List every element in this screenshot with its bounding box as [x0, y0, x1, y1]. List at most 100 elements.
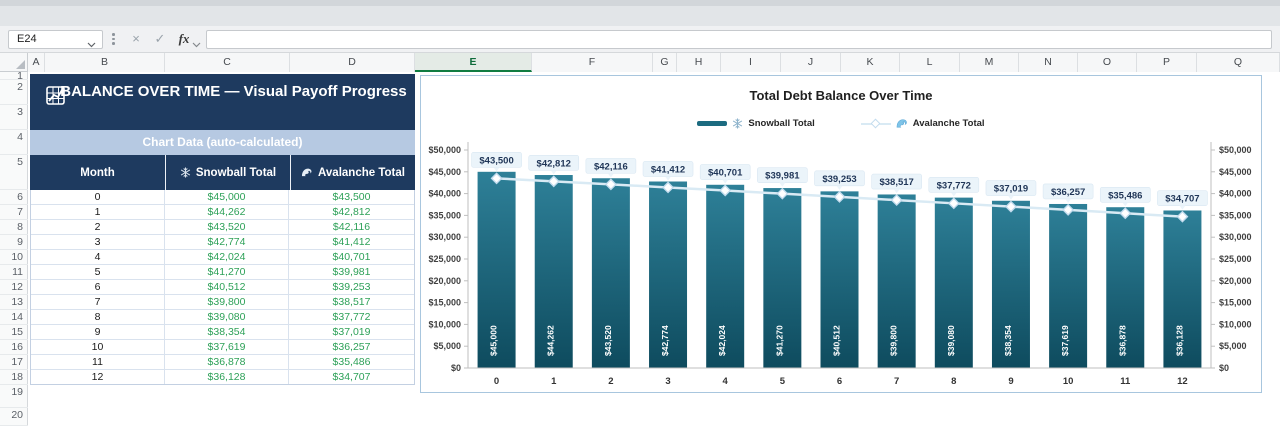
cancel-icon[interactable]: ×: [126, 30, 146, 49]
table-cell-month[interactable]: 9: [31, 325, 165, 339]
table-cell-snowball[interactable]: $44,262: [165, 205, 289, 219]
row-header-2[interactable]: 2: [0, 80, 28, 105]
table-cell-month[interactable]: 5: [31, 265, 165, 279]
column-header-J[interactable]: J: [781, 53, 841, 72]
table-cell-month[interactable]: 11: [31, 355, 165, 369]
table-cell-month[interactable]: 1: [31, 205, 165, 219]
select-all-corner[interactable]: [0, 53, 28, 72]
row-header-15[interactable]: 15: [0, 325, 28, 340]
column-header-Q[interactable]: Q: [1197, 53, 1280, 72]
table-cell-avalanche[interactable]: $42,812: [289, 205, 414, 219]
table-cell-month[interactable]: 8: [31, 310, 165, 324]
table-cell-month[interactable]: 2: [31, 220, 165, 234]
table-cell-avalanche[interactable]: $43,500: [289, 190, 414, 204]
table-cell-month[interactable]: 4: [31, 250, 165, 264]
row-header-7[interactable]: 7: [0, 205, 28, 220]
table-cell-month[interactable]: 12: [31, 370, 165, 384]
column-header-H[interactable]: H: [677, 53, 721, 72]
row-header-13[interactable]: 13: [0, 295, 28, 310]
column-header-K[interactable]: K: [841, 53, 900, 72]
row-header-18[interactable]: 18: [0, 370, 28, 385]
column-header-I[interactable]: I: [721, 53, 781, 72]
table-cell-avalanche[interactable]: $39,981: [289, 265, 414, 279]
name-box[interactable]: E24: [8, 30, 103, 49]
drag-handle-dots-icon[interactable]: [112, 33, 115, 45]
chevron-down-icon[interactable]: [192, 35, 201, 53]
column-header-A[interactable]: A: [28, 53, 45, 72]
table-cell-snowball[interactable]: $41,270: [165, 265, 289, 279]
table-cell-avalanche[interactable]: $41,412: [289, 235, 414, 249]
avalanche-value-label: $43,500: [479, 155, 513, 166]
table-cell-snowball[interactable]: $42,774: [165, 235, 289, 249]
row-header-12[interactable]: 12: [0, 280, 28, 295]
label-pointer: [837, 186, 843, 190]
row-header-10[interactable]: 10: [0, 250, 28, 265]
table-cell-month[interactable]: 10: [31, 340, 165, 354]
column-header-L[interactable]: L: [900, 53, 960, 72]
table-cell-snowball[interactable]: $45,000: [165, 190, 289, 204]
chevron-down-icon[interactable]: [87, 37, 96, 54]
row-header-14[interactable]: 14: [0, 310, 28, 325]
column-header-B[interactable]: B: [45, 53, 165, 72]
row-header-1[interactable]: 1: [0, 72, 28, 80]
table-cell-avalanche[interactable]: $37,772: [289, 310, 414, 324]
y-axis-label-left: $40,000: [428, 189, 461, 199]
row-header-column: 1234567891011121314151617181920: [0, 72, 28, 426]
table-cell-avalanche[interactable]: $39,253: [289, 280, 414, 294]
row-header-16[interactable]: 16: [0, 340, 28, 355]
column-header-F[interactable]: F: [532, 53, 653, 72]
table-cell-avalanche[interactable]: $38,517: [289, 295, 414, 309]
column-header-C[interactable]: C: [165, 53, 290, 72]
insert-function-icon[interactable]: fx: [174, 30, 194, 49]
table-cell-avalanche[interactable]: $37,019: [289, 325, 414, 339]
enter-check-icon[interactable]: ✓: [150, 30, 170, 49]
table-cell-avalanche[interactable]: $36,257: [289, 340, 414, 354]
column-header-P[interactable]: P: [1137, 53, 1197, 72]
column-header-N[interactable]: N: [1019, 53, 1078, 72]
table-cell-snowball[interactable]: $40,512: [165, 280, 289, 294]
row-header-3[interactable]: 3: [0, 105, 28, 130]
table-cell-snowball[interactable]: $36,128: [165, 370, 289, 384]
row-header-19[interactable]: 19: [0, 385, 28, 408]
chart-object[interactable]: Total Debt Balance Over Time Snowball To…: [420, 75, 1262, 393]
label-pointer: [1065, 199, 1071, 203]
table-cell-snowball[interactable]: $39,800: [165, 295, 289, 309]
table-cell-month[interactable]: 0: [31, 190, 165, 204]
table-cell-avalanche[interactable]: $40,701: [289, 250, 414, 264]
row-header-17[interactable]: 17: [0, 355, 28, 370]
table-row: 8$39,080$37,772: [31, 310, 414, 325]
table-cell-month[interactable]: 6: [31, 280, 165, 294]
row-header-8[interactable]: 8: [0, 220, 28, 235]
table-cell-month[interactable]: 3: [31, 235, 165, 249]
table-title-cell[interactable]: BALANCE OVER TIME — Visual Payoff Progre…: [30, 74, 415, 130]
bar-value-label: $44,262: [546, 325, 556, 356]
row-header-9[interactable]: 9: [0, 235, 28, 250]
table-subtitle-cell[interactable]: Chart Data (auto-calculated): [30, 130, 415, 155]
column-header-M[interactable]: M: [960, 53, 1019, 72]
formula-input[interactable]: [206, 30, 1272, 49]
column-header-D[interactable]: D: [290, 53, 415, 72]
row-header-5[interactable]: 5: [0, 155, 28, 190]
avalanche-value-label: $42,116: [594, 161, 628, 172]
table-cell-snowball[interactable]: $39,080: [165, 310, 289, 324]
table-cell-snowball[interactable]: $37,619: [165, 340, 289, 354]
table-cell-avalanche[interactable]: $35,486: [289, 355, 414, 369]
column-header-month[interactable]: Month: [30, 155, 165, 190]
column-header-avalanche[interactable]: Avalanche Total: [290, 155, 415, 190]
column-header-snowball[interactable]: Snowball Total: [165, 155, 290, 190]
table-cell-avalanche[interactable]: $34,707: [289, 370, 414, 384]
table-cell-month[interactable]: 7: [31, 295, 165, 309]
row-header-20[interactable]: 20: [0, 408, 28, 426]
table-cell-snowball[interactable]: $38,354: [165, 325, 289, 339]
table-cell-snowball[interactable]: $36,878: [165, 355, 289, 369]
column-header-G[interactable]: G: [653, 53, 677, 72]
row-header-4[interactable]: 4: [0, 130, 28, 155]
table-cell-avalanche[interactable]: $42,116: [289, 220, 414, 234]
column-header-E[interactable]: E: [415, 53, 532, 72]
column-header-O[interactable]: O: [1078, 53, 1137, 72]
table-row: 2$43,520$42,116: [31, 220, 414, 235]
table-cell-snowball[interactable]: $43,520: [165, 220, 289, 234]
row-header-11[interactable]: 11: [0, 265, 28, 280]
row-header-6[interactable]: 6: [0, 190, 28, 205]
table-cell-snowball[interactable]: $42,024: [165, 250, 289, 264]
